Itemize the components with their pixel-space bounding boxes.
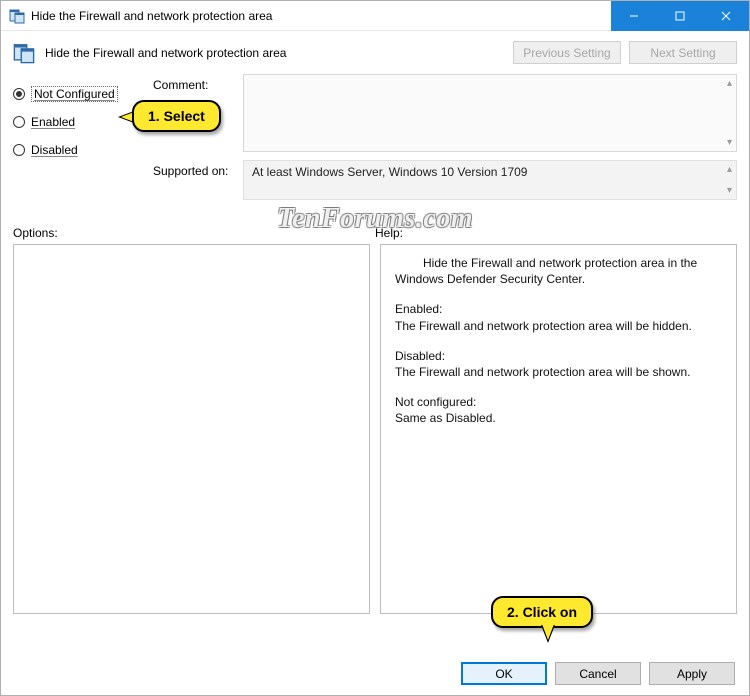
radio-icon bbox=[13, 144, 25, 156]
maximize-button[interactable] bbox=[657, 1, 703, 31]
ok-button[interactable]: OK bbox=[461, 662, 547, 685]
help-notconfigured-heading: Not configured: bbox=[395, 395, 476, 409]
help-disabled-heading: Disabled: bbox=[395, 349, 445, 363]
supported-on-label: Supported on: bbox=[153, 160, 243, 200]
chevron-up-icon: ▴ bbox=[727, 78, 732, 89]
cancel-button[interactable]: Cancel bbox=[555, 662, 641, 685]
header: Hide the Firewall and network protection… bbox=[1, 31, 749, 68]
help-notconfigured-text: Same as Disabled. bbox=[395, 411, 496, 425]
minimize-button[interactable] bbox=[611, 1, 657, 31]
close-button[interactable] bbox=[703, 1, 749, 31]
titlebar: Hide the Firewall and network protection… bbox=[1, 1, 749, 31]
maximize-icon bbox=[675, 11, 685, 21]
callout-tail bbox=[542, 624, 554, 640]
radio-disabled[interactable]: Disabled bbox=[13, 136, 153, 164]
close-icon bbox=[721, 11, 731, 21]
dialog-buttons: OK Cancel Apply bbox=[461, 662, 735, 685]
previous-setting-button[interactable]: Previous Setting bbox=[513, 41, 621, 64]
next-setting-button[interactable]: Next Setting bbox=[629, 41, 737, 64]
radio-icon bbox=[13, 88, 25, 100]
minimize-icon bbox=[629, 11, 639, 21]
options-panel bbox=[13, 244, 370, 614]
radio-icon bbox=[13, 116, 25, 128]
help-enabled-text: The Firewall and network protection area… bbox=[395, 319, 692, 333]
chevron-down-icon: ▾ bbox=[727, 137, 732, 148]
options-label: Options: bbox=[13, 226, 375, 240]
help-label: Help: bbox=[375, 226, 737, 240]
chevron-up-icon: ▴ bbox=[727, 164, 732, 175]
help-enabled-heading: Enabled: bbox=[395, 302, 442, 316]
annotation-callout-1: 1. Select bbox=[132, 100, 221, 132]
comment-input[interactable]: ▴ ▾ bbox=[243, 74, 737, 152]
radio-label: Disabled bbox=[31, 143, 78, 157]
supported-on-text: At least Windows Server, Windows 10 Vers… bbox=[252, 165, 527, 179]
apply-button[interactable]: Apply bbox=[649, 662, 735, 685]
help-disabled-text: The Firewall and network protection area… bbox=[395, 365, 690, 379]
chevron-down-icon: ▾ bbox=[727, 185, 732, 196]
radio-label: Enabled bbox=[31, 115, 75, 129]
page-title: Hide the Firewall and network protection… bbox=[45, 46, 286, 60]
window-title: Hide the Firewall and network protection… bbox=[31, 9, 272, 23]
policy-icon bbox=[13, 42, 35, 64]
radio-not-configured[interactable]: Not Configured bbox=[13, 80, 153, 108]
help-panel: Hide the Firewall and network protection… bbox=[380, 244, 737, 614]
supported-on-value: At least Windows Server, Windows 10 Vers… bbox=[243, 160, 737, 200]
policy-icon bbox=[9, 8, 25, 24]
radio-label: Not Configured bbox=[34, 87, 115, 101]
help-intro: Hide the Firewall and network protection… bbox=[395, 255, 722, 287]
